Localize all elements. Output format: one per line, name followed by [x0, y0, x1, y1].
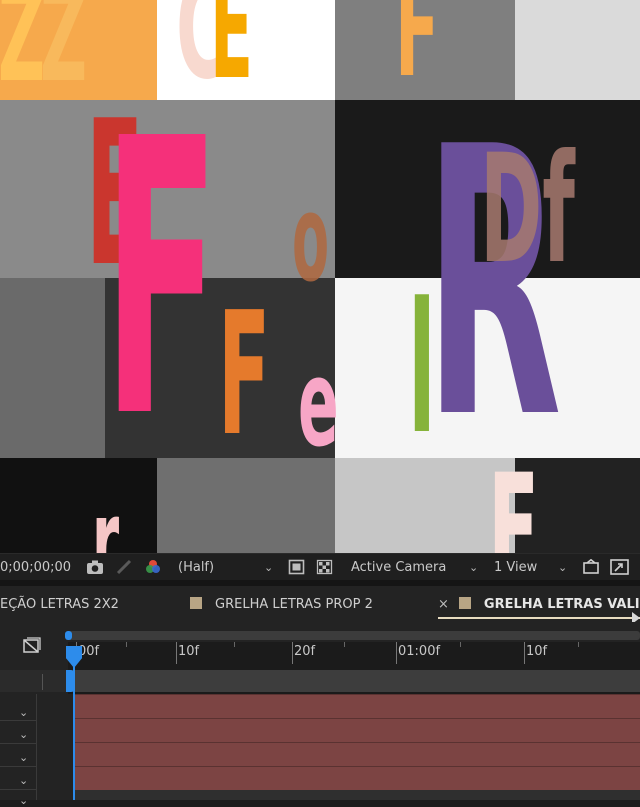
label-color-swatch — [190, 597, 202, 609]
twirl-chevron-icon[interactable]: ⌄ — [19, 794, 28, 807]
ruler-minor-tick — [578, 642, 579, 647]
row-divider — [0, 766, 36, 767]
timeline-panel: ⌄ ⌄ ⌄ ⌄ ⌄ 00f 10f 20f 01:00f 10f — [0, 622, 640, 807]
chevron-down-icon: ⌄ — [264, 561, 274, 574]
layer-duration-bar[interactable] — [75, 766, 640, 790]
color-channels-icon[interactable] — [144, 559, 161, 575]
resolution-dropdown[interactable]: (Half) ⌄ — [178, 554, 276, 581]
ruler-label: 20f — [294, 644, 316, 659]
ruler-minor-tick — [126, 642, 127, 647]
ruler-minor-tick — [234, 642, 235, 647]
camera-dropdown[interactable]: Active Camera ⌄ — [351, 554, 481, 581]
twirl-chevron-icon[interactable]: ⌄ — [19, 774, 28, 787]
ruler-tick — [524, 642, 525, 664]
ruler-label: 10f — [178, 644, 200, 659]
ruler-tick — [292, 642, 293, 664]
region-of-interest-icon[interactable] — [288, 559, 305, 575]
letter-e: e — [298, 335, 339, 474]
tab-composition-2[interactable]: GRELHA LETRAS PROP 2 — [190, 586, 373, 622]
letter-d-f: Df — [480, 123, 575, 297]
work-area-bar[interactable] — [68, 631, 640, 640]
letter-l: l — [408, 265, 436, 474]
show-snapshot-icon[interactable] — [116, 559, 133, 575]
viewer-toolbar: 0;00;00;00 (Half) ⌄ Active Camera ⌄ 1 Vi… — [0, 553, 640, 581]
layer-duration-bar[interactable] — [75, 694, 640, 718]
resolution-value: (Half) — [178, 560, 215, 575]
layer-duration-bar[interactable] — [75, 742, 640, 766]
letter-z: Z — [0, 0, 46, 111]
ruler-label: 01:00f — [398, 644, 441, 659]
fast-previews-icon[interactable] — [582, 558, 599, 575]
tab-label: GRELHA LETRAS VALID — [483, 597, 640, 612]
column-separator — [36, 694, 37, 800]
layer-duration-bar[interactable] — [75, 718, 640, 742]
chevron-down-icon: ⌄ — [469, 561, 479, 574]
playhead-marker — [66, 670, 74, 692]
letter-f: F — [218, 276, 271, 474]
letter-o: o — [292, 170, 330, 309]
toggle-pixel-aspect-icon[interactable] — [610, 559, 629, 575]
letter-z: Z — [40, 0, 88, 111]
letter-e: E — [488, 443, 540, 553]
transparency-grid-icon[interactable] — [316, 559, 333, 575]
letter-r: r — [92, 476, 120, 553]
label-color-swatch — [458, 597, 471, 609]
timecode-display[interactable]: 0;00;00;00 — [0, 554, 71, 581]
twirl-chevron-icon[interactable]: ⌄ — [19, 751, 28, 764]
ruler-tick — [396, 642, 397, 664]
ruler-minor-tick — [344, 642, 345, 647]
active-tab-underline — [438, 617, 640, 619]
chevron-down-icon: ⌄ — [558, 561, 568, 574]
comp-mini-flowchart-icon[interactable] — [22, 637, 42, 659]
composition-tabs: EÇÃO LETRAS 2X2 GRELHA LETRAS PROP 2 × GR… — [0, 586, 640, 624]
ruler-label: 10f — [526, 644, 548, 659]
work-area-start-handle[interactable] — [65, 631, 72, 640]
column-separator — [42, 674, 43, 690]
layer-controls-column: ⌄ ⌄ ⌄ ⌄ ⌄ — [0, 622, 68, 807]
layer-duration-bar[interactable] — [75, 790, 640, 800]
composition-viewer[interactable]: Z Z C E F E F o R Df F e l E r — [0, 0, 640, 553]
camera-snapshot-icon[interactable] — [86, 559, 103, 575]
row-divider — [0, 789, 36, 790]
camera-value: Active Camera — [351, 560, 447, 575]
tab-label: GRELHA LETRAS PROP 2 — [215, 597, 373, 612]
twirl-chevron-icon[interactable]: ⌄ — [19, 706, 28, 719]
views-value: 1 View — [494, 560, 538, 575]
twirl-chevron-icon[interactable]: ⌄ — [19, 728, 28, 741]
ruler-tick — [176, 642, 177, 664]
row-divider — [0, 743, 36, 744]
row-divider — [0, 720, 36, 721]
ruler-minor-tick — [460, 642, 461, 647]
comp-duration-strip — [68, 670, 640, 692]
tab-label: EÇÃO LETRAS 2X2 — [0, 597, 119, 612]
layer-header-divider — [0, 670, 68, 692]
letter-f: F — [103, 58, 220, 501]
close-icon[interactable]: × — [438, 597, 449, 612]
tab-composition-1[interactable]: EÇÃO LETRAS 2X2 — [0, 586, 119, 622]
views-dropdown[interactable]: 1 View ⌄ — [494, 554, 572, 581]
